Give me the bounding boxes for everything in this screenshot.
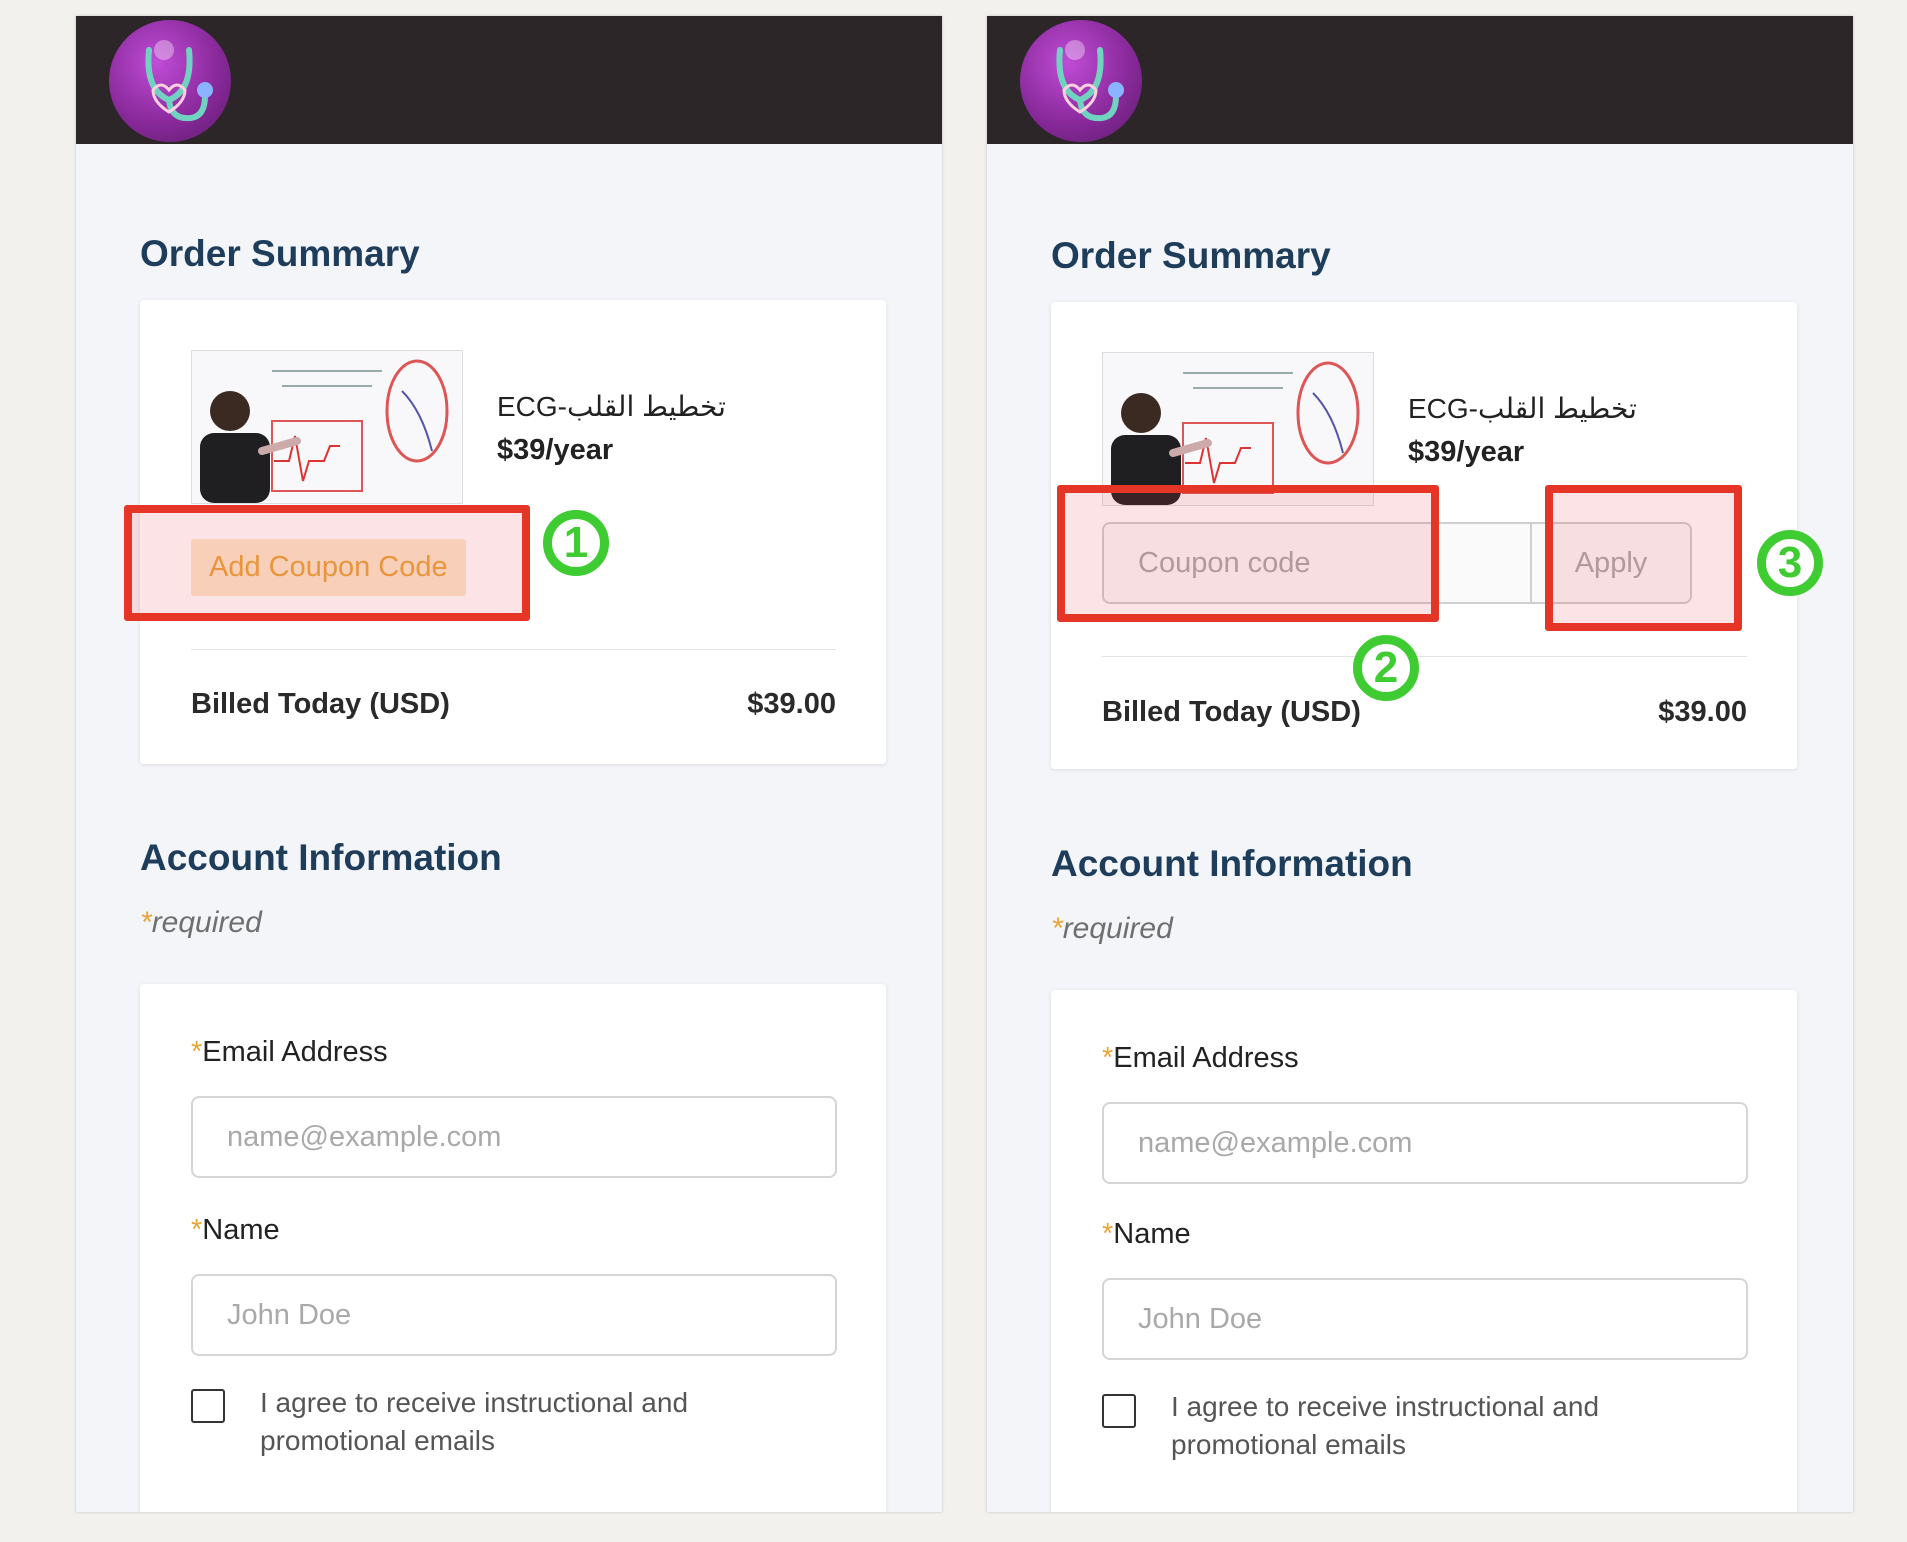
- marketing-consent-label: I agree to receive instructional and pro…: [1171, 1391, 1600, 1460]
- billed-today-value: $39.00: [747, 688, 836, 720]
- email-label: *Email Address: [1102, 1042, 1299, 1075]
- summary-divider: [191, 649, 836, 650]
- billed-today-value: $39.00: [1658, 696, 1747, 728]
- name-label: *Name: [191, 1214, 280, 1247]
- step-1-badge: 1: [543, 510, 609, 576]
- product-price: $39/year: [497, 434, 614, 466]
- email-field[interactable]: name@example.com: [1102, 1102, 1748, 1184]
- required-star: *: [1051, 912, 1063, 945]
- name-label-text: Name: [1113, 1218, 1191, 1250]
- email-label: *Email Address: [191, 1036, 388, 1069]
- billed-today-label: Billed Today (USD): [191, 688, 450, 720]
- step-2-badge: 2: [1353, 635, 1419, 701]
- highlight-box-apply-button: [1545, 485, 1742, 631]
- required-text: required: [151, 906, 262, 939]
- highlight-box-add-coupon: [124, 505, 530, 621]
- product-price: $39/year: [1408, 436, 1525, 468]
- name-label-text: Name: [202, 1214, 280, 1246]
- name-required-star: *: [1102, 1218, 1114, 1250]
- stethoscope-heart-logo[interactable]: [109, 20, 231, 142]
- required-note: *required: [140, 906, 262, 940]
- name-required-star: *: [191, 1214, 203, 1246]
- product-thumbnail[interactable]: [1102, 352, 1374, 506]
- billed-today-label: Billed Today (USD): [1102, 696, 1361, 728]
- step-3-badge: 3: [1757, 530, 1823, 596]
- marketing-consent-checkbox[interactable]: [1102, 1394, 1136, 1428]
- product-thumbnail[interactable]: [191, 350, 463, 504]
- required-star: *: [140, 906, 152, 939]
- order-summary-title: Order Summary: [1051, 235, 1331, 276]
- email-required-star: *: [1102, 1042, 1114, 1074]
- email-label-text: Email Address: [202, 1036, 388, 1068]
- summary-divider: [1102, 656, 1747, 657]
- name-label: *Name: [1102, 1218, 1191, 1251]
- account-information-title: Account Information: [1051, 843, 1413, 884]
- account-information-title: Account Information: [140, 837, 502, 878]
- product-name: ECG-تخطيط القلب: [497, 391, 726, 422]
- email-required-star: *: [191, 1036, 203, 1068]
- top-bar: [76, 16, 942, 144]
- stethoscope-heart-logo[interactable]: [1020, 20, 1142, 142]
- name-field[interactable]: John Doe: [191, 1274, 837, 1356]
- name-field[interactable]: John Doe: [1102, 1278, 1748, 1360]
- checkout-panel-right: Order Summary ECG-تخطيط القلب $39/year C…: [987, 16, 1853, 1512]
- checkout-panel-left: Order Summary ECG-تخطيط القلب $39/year A…: [76, 16, 942, 1512]
- required-text: required: [1062, 912, 1173, 945]
- email-label-text: Email Address: [1113, 1042, 1299, 1074]
- marketing-consent-checkbox[interactable]: [191, 1389, 225, 1423]
- email-field[interactable]: name@example.com: [191, 1096, 837, 1178]
- required-note: *required: [1051, 912, 1173, 946]
- account-form-card: *Email Address name@example.com *Name Jo…: [140, 984, 886, 1512]
- highlight-box-coupon-input: [1057, 485, 1439, 622]
- account-form-card: *Email Address name@example.com *Name Jo…: [1051, 990, 1797, 1512]
- order-summary-title: Order Summary: [140, 233, 420, 274]
- product-name: ECG-تخطيط القلب: [1408, 393, 1637, 424]
- marketing-consent-label: I agree to receive instructional and pro…: [260, 1387, 689, 1456]
- top-bar: [987, 16, 1853, 144]
